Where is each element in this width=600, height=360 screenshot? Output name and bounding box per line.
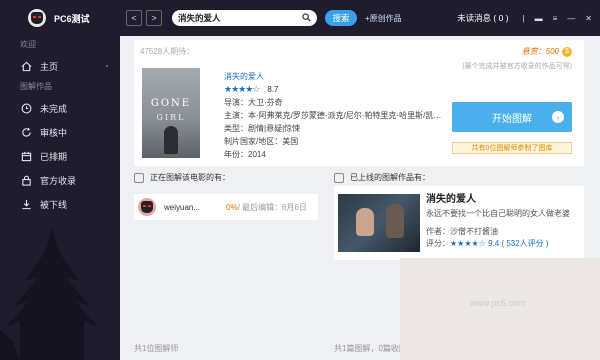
in-progress-heading: 正在图解该电影的有： — [134, 172, 230, 183]
illustrator-row[interactable]: weiyuan... 0% / 最后编辑：6月6日 — [134, 194, 318, 220]
score-stars: ★★★★☆ — [450, 239, 486, 248]
watermark-text: www.pc6.com — [470, 298, 526, 308]
ask-count: 47528人期待： — [140, 47, 195, 56]
user-name: PC6测试 — [54, 13, 90, 24]
arrow-right-icon: › — [552, 111, 564, 123]
minimize-icon[interactable]: — — [567, 14, 575, 23]
sidebar-item-label: 已排期 — [40, 151, 68, 162]
movie-region: 制片国家/地区：美国 — [224, 137, 299, 146]
back-button[interactable]: < — [126, 10, 142, 26]
published-label: 已上线的图解作品有： — [350, 173, 430, 182]
sidebar-item-label: 审核中 — [40, 127, 68, 138]
calendar-icon — [20, 150, 32, 162]
sidebar-item-label: 官方收录 — [40, 175, 77, 186]
start-note: 共有0位图解师参制了图库 — [452, 142, 572, 154]
work-score: 评分：★★★★☆ 9.4 ( 532人评分 ) — [426, 238, 570, 250]
movie-info: 消失的爱人 ★★★★☆ 8.7 导演：大卫·芬奇 主演：本·阿弗莱克/罗莎蒙德·派… — [224, 70, 449, 161]
start-button-label: 开始图解 — [492, 113, 532, 125]
avatar — [138, 198, 156, 216]
movie-genre: 类型：剧情|悬疑|惊悚 — [224, 124, 301, 133]
search-input[interactable] — [178, 13, 288, 23]
poster-figure — [164, 126, 178, 154]
section-label-works: 图解作品 — [20, 82, 52, 91]
start-illustration-button[interactable]: 开始图解 › — [452, 102, 572, 132]
sidebar-item-unfinished[interactable]: 未完成 — [0, 96, 120, 120]
reward-note: (最个完成并被官方收录的作品可得) — [462, 63, 572, 70]
reward-label: 悬赏：500 — [521, 47, 559, 56]
figure-woman — [356, 208, 374, 236]
reward: 悬赏：500 $ — [522, 46, 572, 57]
search-icon[interactable] — [302, 12, 311, 24]
progress-percent: 0% — [226, 202, 238, 212]
lock-icon — [20, 174, 32, 186]
last-edit: / 最后编辑：6月6日 — [237, 202, 307, 212]
sidebar-item-reviewing[interactable]: 审核中 — [0, 120, 120, 144]
pagoda-silhouette — [0, 228, 99, 360]
score-label: 评分： — [426, 239, 450, 248]
unread-messages[interactable]: 未读消息 ( 0 ) — [457, 12, 508, 24]
published-heading: 已上线的图解作品有： — [334, 172, 430, 183]
score-value: 9.4 ( 532人评分 ) — [488, 239, 549, 248]
work-count: 共1篇图解，0篇收图 — [334, 344, 407, 353]
movie-poster[interactable]: GONE GIRL — [142, 68, 200, 158]
figure-man — [386, 204, 404, 238]
movie-cast: 主演：本·阿弗莱克/罗莎蒙德·派克/尼尔·帕特里克·哈里斯/凯莉·库恩/... — [224, 111, 449, 120]
forward-button[interactable]: > — [146, 10, 162, 26]
refresh-icon — [20, 126, 32, 138]
user-header: PC6测试 — [0, 0, 120, 36]
sidebar-item-label: 主页 — [40, 61, 59, 72]
chat-icon — [134, 172, 144, 183]
search-box — [172, 10, 317, 26]
close-icon[interactable]: ✕ — [585, 14, 592, 23]
download-icon — [20, 198, 32, 210]
illustrator-count: 共1位图解师 — [134, 344, 179, 353]
work-title: 消失的爱人 — [426, 194, 476, 205]
sidebar-item-label: 被下线 — [40, 199, 68, 210]
movie-card: 47528人期待： 悬赏：500 $ (最个完成并被官方收录的作品可得) GON… — [134, 40, 584, 166]
work-desc: 永远不要找一个比自己聪明的女人做老婆 — [426, 209, 570, 218]
upload-link[interactable]: +原创作品 — [365, 13, 402, 24]
section-label-welcome: 欢迎 — [20, 40, 36, 49]
work-author: 作者：沙僧不打酱油 — [426, 227, 498, 236]
rating-stars: ★★★★☆ — [224, 84, 260, 94]
sidebar-item-label: 未完成 — [40, 103, 68, 114]
menu-icon[interactable]: ≡ — [553, 14, 558, 23]
rating-value: 8.7 — [267, 85, 279, 94]
sidebar-item-scheduled[interactable]: 已排期 — [0, 144, 120, 168]
top-bar: < > 搜索 +原创作品 未读消息 ( 0 ) | ▬ ≡ — ✕ — [120, 0, 600, 36]
home-icon — [20, 60, 32, 72]
work-thumbnail — [338, 194, 420, 252]
watermark: www.pc6.com — [400, 258, 600, 360]
illustrator-name: weiyuan... — [164, 202, 201, 212]
movie-director: 导演：大卫·芬奇 — [224, 98, 283, 107]
mask-icon — [141, 201, 153, 213]
movie-rating: ★★★★☆ 8.7 — [224, 83, 449, 96]
in-progress-label: 正在图解该电影的有： — [150, 173, 230, 182]
movie-year: 年份：2014 — [224, 150, 266, 159]
dot — [106, 65, 108, 67]
sidebar-item-home[interactable]: 主页 — [0, 54, 120, 78]
poster-title: GONE — [150, 98, 192, 109]
window-controls: | ▬ ≡ — ✕ — [523, 14, 592, 23]
sidebar-item-official[interactable]: 官方收录 — [0, 168, 120, 192]
skin-icon[interactable]: ▬ — [535, 14, 543, 23]
work-card[interactable]: 消失的爱人 永远不要找一个比自己聪明的女人做老婆 作者：沙僧不打酱油 评分：★★… — [334, 186, 584, 260]
clock-icon — [20, 102, 32, 114]
separator-icon: | — [522, 13, 525, 23]
image-icon — [334, 172, 344, 183]
movie-title-link[interactable]: 消失的爱人 — [224, 70, 449, 83]
avatar[interactable] — [28, 9, 46, 27]
sidebar: PC6测试 欢迎 主页 图解作品 未完成 审核中 已排期 官方收录 被下线 — [0, 0, 120, 360]
work-info: 消失的爱人 永远不要找一个比自己聪明的女人做老婆 作者：沙僧不打酱油 评分：★★… — [426, 194, 570, 250]
mask-icon — [31, 12, 43, 24]
coin-icon: $ — [562, 46, 572, 57]
search-button[interactable]: 搜索 — [325, 10, 357, 26]
poster-subtitle: GIRL — [156, 113, 186, 122]
